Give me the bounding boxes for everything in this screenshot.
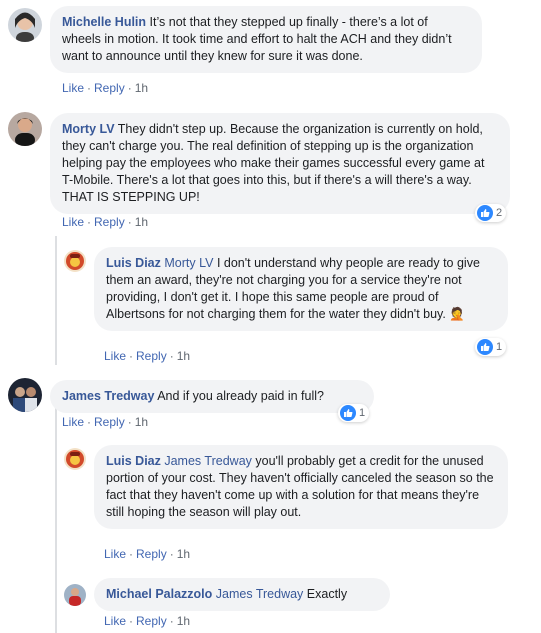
comment-author[interactable]: Michelle Hulin [62,15,146,29]
comment-author[interactable]: Luis Diaz [106,256,161,270]
reaction-number: 1 [496,341,503,353]
like-button[interactable]: Like [62,415,84,429]
mention-link[interactable]: Morty LV [164,256,213,270]
timestamp[interactable]: 1h [177,614,190,628]
comment-text: And if you already paid in full? [157,389,324,403]
comment-bubble: Michelle Hulin It’s not that they steppe… [50,6,482,73]
comment-actions: Like · Reply · 1h [62,81,149,95]
like-button[interactable]: Like [62,81,84,95]
comment-bubble: Luis Diaz James Tredway you'll probably … [94,445,508,529]
comment-actions: Like · Reply · 1h [62,215,149,229]
comment-text: I don't understand why people are ready … [106,256,480,321]
reaction-count[interactable]: 1 [475,338,507,356]
comment-text: They didn't step up. Because the organiz… [62,122,485,204]
comment-bubble: Morty LV They didn't step up. Because th… [50,113,510,214]
comment-bubble: Luis Diaz Morty LV I don't understand wh… [94,247,508,331]
comment-actions: Like · Reply · 1h [104,349,191,363]
reply-button[interactable]: Reply [94,215,125,229]
thumbs-up-icon [477,339,493,355]
timestamp[interactable]: 1h [177,349,190,363]
like-button[interactable]: Like [104,614,126,628]
avatar[interactable] [8,112,42,146]
mention-link[interactable]: James Tredway [164,454,252,468]
thumbs-up-icon [340,405,356,421]
like-button[interactable]: Like [104,349,126,363]
avatar[interactable] [64,448,86,470]
comment-text: Exactly [306,587,348,601]
comment-author[interactable]: Morty LV [62,122,115,136]
reply-button[interactable]: Reply [94,81,125,95]
reply-thread-line [55,236,57,365]
reaction-count[interactable]: 1 [338,404,370,422]
facepalm-emoji: 🤦 [449,307,465,321]
avatar[interactable] [64,584,86,606]
timestamp[interactable]: 1h [177,547,190,561]
comment-bubble: Michael Palazzolo James Tredway Exactly [94,578,390,611]
reaction-number: 1 [359,407,366,419]
reaction-number: 2 [496,207,503,219]
reply-button[interactable]: Reply [136,614,167,628]
reply-button[interactable]: Reply [136,547,167,561]
timestamp[interactable]: 1h [135,81,148,95]
avatar[interactable] [64,250,86,272]
comment-author[interactable]: Michael Palazzolo [106,587,212,601]
like-button[interactable]: Like [104,547,126,561]
comment-author[interactable]: James Tredway [62,389,154,403]
comment-bubble: James Tredway And if you already paid in… [50,380,374,413]
comment-actions: Like · Reply · 1h [104,614,191,628]
mention-link[interactable]: James Tredway [216,587,304,601]
comment-author[interactable]: Luis Diaz [106,454,161,468]
avatar[interactable] [8,378,42,412]
thumbs-up-icon [477,205,493,221]
reaction-count[interactable]: 2 [475,204,507,222]
comment-actions: Like · Reply · 1h [62,415,149,429]
timestamp[interactable]: 1h [135,215,148,229]
timestamp[interactable]: 1h [135,415,148,429]
reply-button[interactable]: Reply [136,349,167,363]
reply-thread-line [55,408,57,633]
comment-actions: Like · Reply · 1h [104,547,191,561]
reply-button[interactable]: Reply [94,415,125,429]
avatar[interactable] [8,8,42,42]
like-button[interactable]: Like [62,215,84,229]
